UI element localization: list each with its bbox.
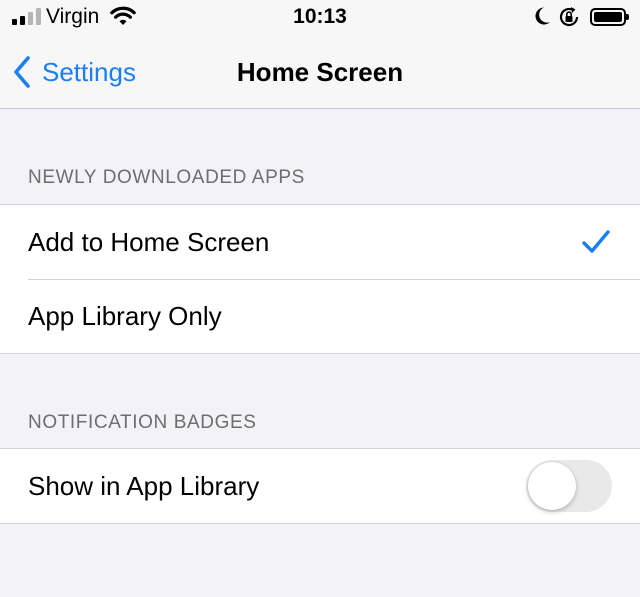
back-button-label: Settings xyxy=(42,56,136,87)
option-add-to-home-screen[interactable]: Add to Home Screen xyxy=(0,205,640,279)
newly-downloaded-apps-group: Add to Home Screen App Library Only xyxy=(0,204,640,354)
option-label: App Library Only xyxy=(28,301,222,331)
section-header-newly-downloaded-apps: NEWLY DOWNLOADED APPS xyxy=(28,167,305,188)
section-header-notification-badges: NOTIFICATION BADGES xyxy=(28,412,257,433)
rotation-lock-icon xyxy=(559,7,579,27)
status-bar: Virgin 10:13 xyxy=(0,0,640,36)
page-title: Home Screen xyxy=(236,57,404,87)
notification-badges-group: Show in App Library xyxy=(0,448,640,524)
option-app-library-only[interactable]: App Library Only xyxy=(0,279,640,353)
option-label: Add to Home Screen xyxy=(28,227,270,257)
option-label: Show in App Library xyxy=(28,471,260,501)
carrier-name: Virgin xyxy=(46,5,100,28)
status-time: 10:13 xyxy=(293,5,347,28)
show-in-app-library-toggle[interactable] xyxy=(526,460,612,512)
signal-icon xyxy=(12,7,42,25)
checkmark-icon xyxy=(582,230,610,253)
battery-icon xyxy=(590,8,629,26)
home-screen-settings-page: Virgin 10:13 Settings Home Screen NEWLY … xyxy=(0,0,640,597)
back-button[interactable]: Settings xyxy=(12,52,136,92)
navigation-bar: Settings Home Screen xyxy=(0,36,640,109)
wifi-icon xyxy=(110,6,136,25)
show-in-app-library-row: Show in App Library xyxy=(0,449,640,523)
toggle-knob xyxy=(528,462,576,510)
moon-icon xyxy=(535,7,550,25)
chevron-left-icon xyxy=(14,56,30,88)
